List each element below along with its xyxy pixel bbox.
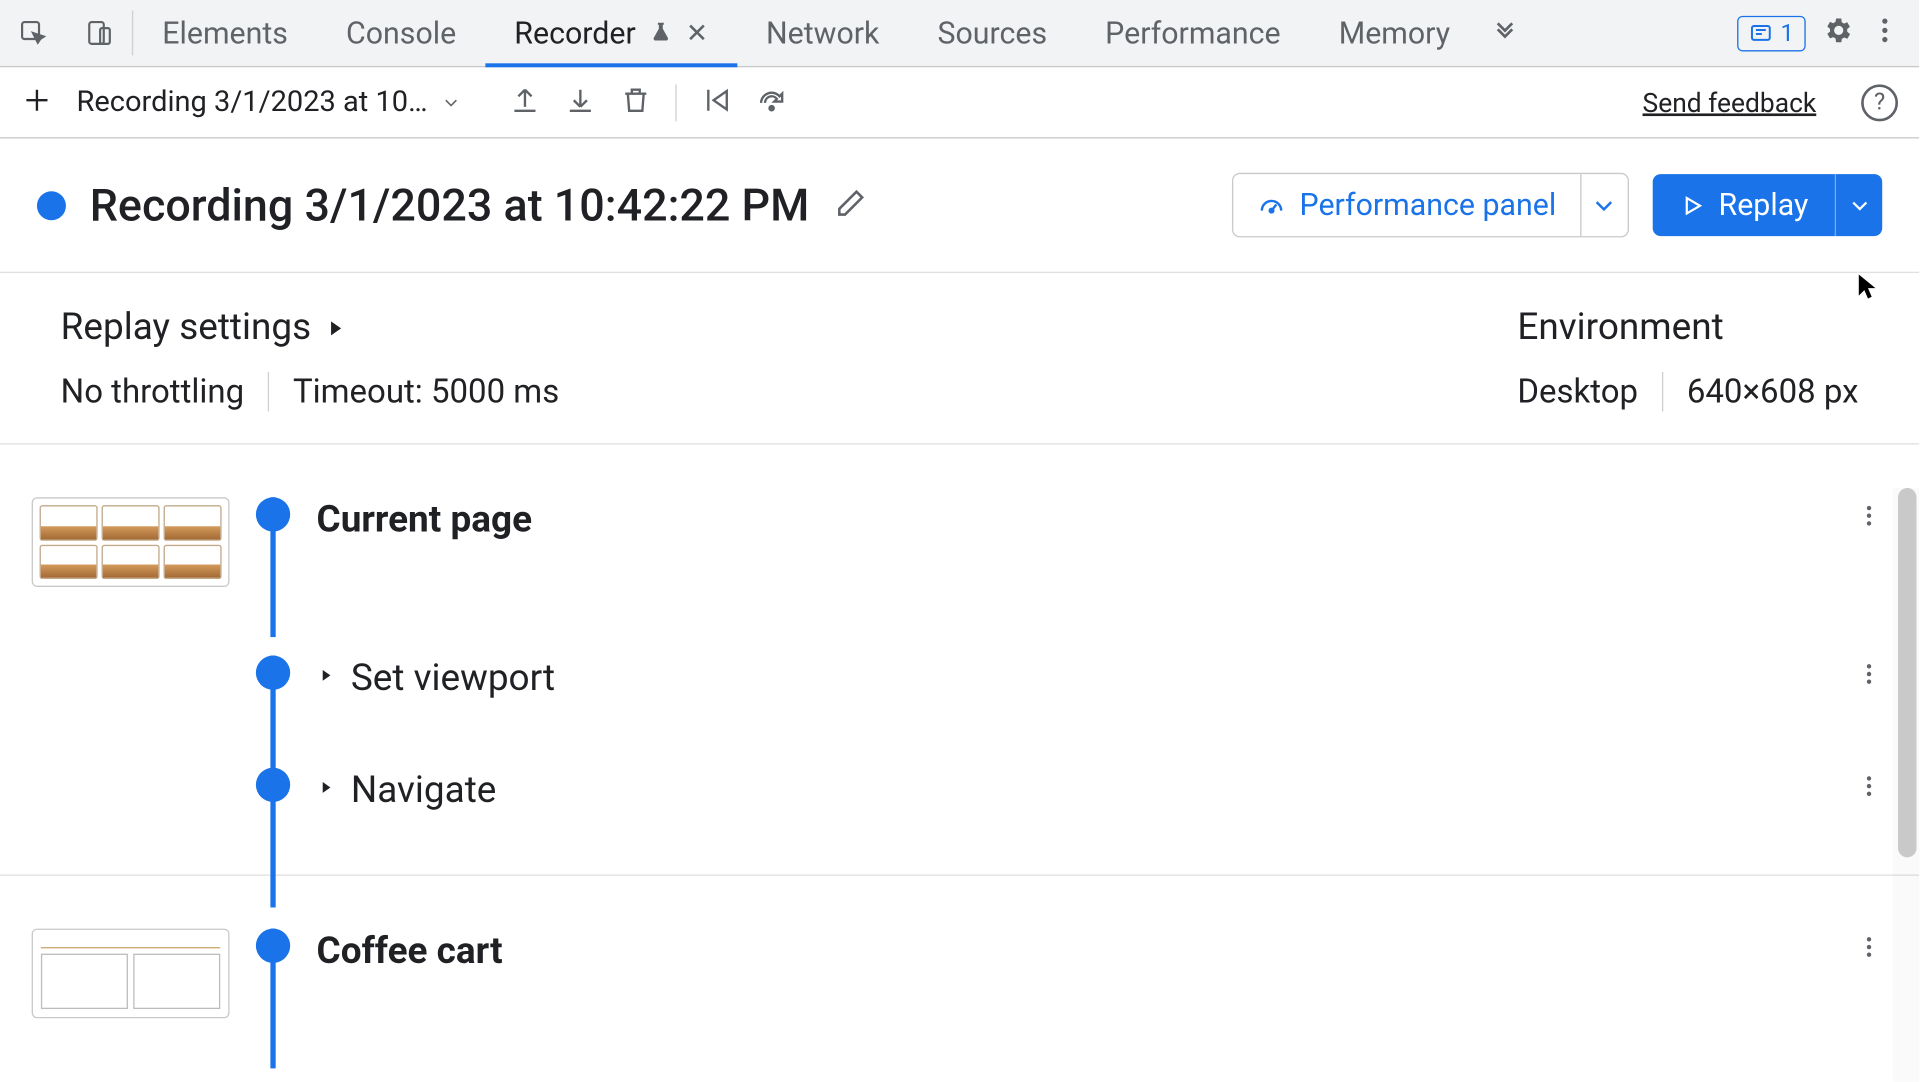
tab-label: Memory <box>1339 15 1450 51</box>
issues-count: 1 <box>1780 19 1793 47</box>
step-kebab-button[interactable] <box>1851 656 1888 698</box>
export-button[interactable] <box>565 84 597 121</box>
recording-selector[interactable]: Recording 3/1/2023 at 10… <box>77 86 486 119</box>
step-title: Set viewport <box>351 656 555 700</box>
tab-network[interactable]: Network <box>737 0 908 66</box>
step-thumbnail[interactable] <box>32 497 230 587</box>
chevron-right-icon <box>317 665 335 690</box>
step-block-set-viewport: Set viewport <box>32 656 1888 700</box>
tab-memory[interactable]: Memory <box>1310 0 1479 66</box>
performance-panel-label: Performance panel <box>1300 187 1557 223</box>
step-replay-button[interactable] <box>700 84 732 121</box>
recording-selector-label: Recording 3/1/2023 at 10… <box>77 86 428 119</box>
issues-chip[interactable]: 1 <box>1737 15 1806 51</box>
replay-settings-toggle[interactable]: Replay settings <box>61 305 560 349</box>
step-block-navigate: Navigate <box>32 768 1888 812</box>
recording-header: Recording 3/1/2023 at 10:42:22 PM Perfor… <box>0 138 1919 273</box>
tab-console[interactable]: Console <box>317 0 485 66</box>
timeout-value: Timeout: 5000 ms <box>293 373 559 411</box>
tab-elements[interactable]: Elements <box>133 0 317 66</box>
gear-icon[interactable] <box>1822 15 1854 52</box>
performance-panel-button[interactable]: Performance panel <box>1232 173 1629 238</box>
step-thumbnail[interactable] <box>32 929 230 1019</box>
status-dot-icon <box>37 191 66 220</box>
timeline-dot-icon <box>256 929 290 963</box>
step-title: Navigate <box>351 768 497 812</box>
step-block-current-page: Current page <box>32 497 1888 587</box>
devtools-tab-strip: Elements Console Recorder ✕ Network Sour… <box>0 0 1919 67</box>
kebab-icon[interactable] <box>1869 15 1901 52</box>
recorder-toolbar: Recording 3/1/2023 at 10… Send feedback … <box>0 67 1919 138</box>
play-icon <box>1679 192 1705 218</box>
timeline-dot-icon <box>256 497 290 531</box>
step-title: Coffee cart <box>317 929 503 973</box>
replay-button[interactable]: Replay <box>1653 174 1883 236</box>
chevron-right-icon <box>317 777 335 802</box>
chevron-right-icon <box>324 305 345 349</box>
device-value: Desktop <box>1517 373 1638 411</box>
viewport-value: 640×608 px <box>1687 373 1859 411</box>
device-toolbar-icon[interactable] <box>66 0 132 66</box>
recording-settings-row: Replay settings No throttling Timeout: 5… <box>0 273 1919 444</box>
step-title: Current page <box>317 497 532 541</box>
new-recording-button[interactable] <box>21 84 53 121</box>
step-expander[interactable]: Navigate <box>317 768 1827 812</box>
replay-settings-label: Replay settings <box>61 305 312 349</box>
recording-title: Recording 3/1/2023 at 10:42:22 PM <box>90 179 810 232</box>
timeline-dot-icon <box>256 768 290 802</box>
replay-dropdown[interactable] <box>1835 174 1882 236</box>
tab-sources[interactable]: Sources <box>908 0 1076 66</box>
step-over-button[interactable] <box>756 84 788 121</box>
step-block-coffee-cart: Coffee cart <box>32 929 1888 1019</box>
scrollbar[interactable] <box>1893 488 1919 1082</box>
tab-label: Console <box>346 15 456 51</box>
inspect-element-icon[interactable] <box>0 0 66 66</box>
cursor-icon <box>1856 270 1880 304</box>
gauge-icon <box>1257 191 1286 220</box>
tab-label: Elements <box>162 15 288 51</box>
tab-label: Network <box>766 15 879 51</box>
tab-label: Sources <box>937 15 1047 51</box>
tab-performance[interactable]: Performance <box>1076 0 1310 66</box>
step-kebab-button[interactable] <box>1851 768 1888 810</box>
help-icon[interactable]: ? <box>1861 84 1898 121</box>
tab-label: Recorder <box>514 15 635 51</box>
send-feedback-link[interactable]: Send feedback <box>1643 86 1817 118</box>
more-tabs-icon[interactable] <box>1479 0 1532 66</box>
step-expander[interactable]: Set viewport <box>317 656 1827 700</box>
flask-icon <box>649 15 673 51</box>
close-icon[interactable]: ✕ <box>686 20 708 46</box>
tab-label: Performance <box>1105 15 1281 51</box>
tab-recorder[interactable]: Recorder ✕ <box>485 0 737 66</box>
import-button[interactable] <box>509 84 541 121</box>
edit-title-button[interactable] <box>833 185 867 225</box>
step-kebab-button[interactable] <box>1851 497 1888 539</box>
throttling-value: No throttling <box>61 373 244 411</box>
replay-label: Replay <box>1719 187 1809 223</box>
steps-container: Current page Set viewport Navigate <box>0 445 1919 1019</box>
environment-label: Environment <box>1517 305 1858 349</box>
timeline-dot-icon <box>256 656 290 690</box>
delete-button[interactable] <box>620 84 652 121</box>
step-kebab-button[interactable] <box>1851 929 1888 971</box>
performance-panel-dropdown[interactable] <box>1580 174 1627 236</box>
